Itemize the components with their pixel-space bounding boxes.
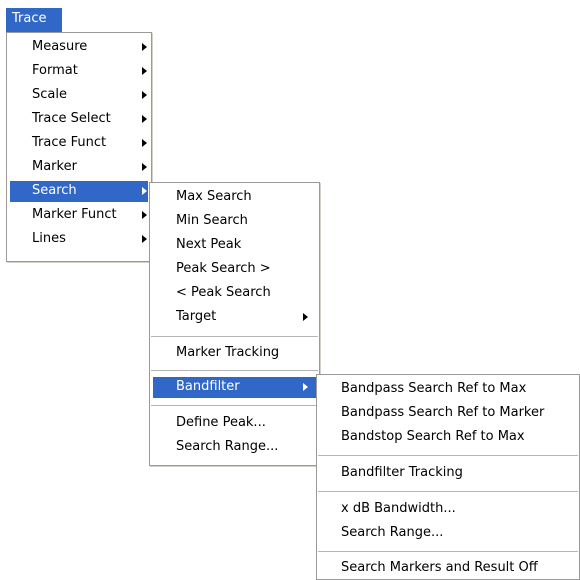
menu-item-next-peak[interactable]: Next Peak (153, 235, 316, 256)
menu-item-label: Lines (32, 231, 66, 246)
menu-item-bandfilter-tracking[interactable]: Bandfilter Tracking (320, 463, 576, 484)
submenu-arrow-icon (142, 43, 147, 51)
menu-separator (151, 336, 318, 337)
menu-item-bandstop-ref-max[interactable]: Bandstop Search Ref to Max (320, 427, 576, 448)
menu-item-define-peak[interactable]: Define Peak... (153, 413, 316, 434)
menu-item-label: Trace Funct (32, 135, 107, 150)
menu-item-label: Bandfilter Tracking (341, 465, 463, 480)
menu-item-search-markers-result-off[interactable]: Search Markers and Result Off (320, 558, 576, 579)
menu-item-min-search[interactable]: Min Search (153, 211, 316, 232)
menu-item-marker-tracking[interactable]: Marker Tracking (153, 343, 316, 364)
menu-item-format[interactable]: Format (10, 61, 148, 82)
menu-item-label: Next Peak (176, 237, 242, 252)
menu-item-label: Search Markers and Result Off (341, 560, 538, 575)
menu-item-label: Search Range... (176, 439, 279, 454)
trace-menu-title-label: Trace (12, 11, 47, 26)
submenu-arrow-icon (142, 139, 147, 147)
menu-item-x-db-bandwidth[interactable]: x dB Bandwidth... (320, 499, 576, 520)
menu-item-label: Target (176, 309, 217, 324)
menu-separator (151, 405, 318, 406)
menu-item-bandpass-ref-max[interactable]: Bandpass Search Ref to Max (320, 379, 576, 400)
menu-item-scale[interactable]: Scale (10, 85, 148, 106)
menu-item-label: Bandpass Search Ref to Max (341, 381, 527, 396)
menu-item-label: Define Peak... (176, 415, 266, 430)
menu-item-marker-funct[interactable]: Marker Funct (10, 205, 148, 226)
menu-item-label: Peak Search > (176, 261, 271, 276)
menu-separator (318, 551, 578, 552)
menu-item-lines[interactable]: Lines (10, 229, 148, 250)
submenu-arrow-icon (142, 91, 147, 99)
menu-item-max-search[interactable]: Max Search (153, 187, 316, 208)
menu-item-label: Bandpass Search Ref to Marker (341, 405, 545, 420)
menu-item-label: Marker Tracking (176, 345, 280, 360)
menu-item-label: Search (32, 183, 77, 198)
menu-item-search-range[interactable]: Search Range... (153, 437, 316, 458)
menu-item-label: Min Search (176, 213, 248, 228)
menu-item-peak-search-left[interactable]: < Peak Search (153, 283, 316, 304)
bandfilter-submenu: Bandpass Search Ref to Max Bandpass Sear… (316, 374, 580, 580)
menu-item-label: x dB Bandwidth... (341, 501, 456, 516)
submenu-arrow-icon (142, 187, 147, 195)
trace-menu-title[interactable]: Trace (6, 8, 62, 32)
menu-item-label: < Peak Search (176, 285, 271, 300)
submenu-arrow-icon (303, 383, 308, 391)
menu-item-label: Bandstop Search Ref to Max (341, 429, 525, 444)
menu-item-label: Format (32, 63, 78, 78)
menu-item-label: Bandfilter (176, 379, 240, 394)
submenu-arrow-icon (303, 313, 308, 321)
submenu-arrow-icon (142, 67, 147, 75)
menu-item-label: Marker (32, 159, 77, 174)
submenu-arrow-icon (142, 211, 147, 219)
menu-item-measure[interactable]: Measure (10, 37, 148, 58)
menu-item-search[interactable]: Search (10, 181, 148, 202)
menu-item-trace-funct[interactable]: Trace Funct (10, 133, 148, 154)
menu-item-label: Measure (32, 39, 88, 54)
submenu-arrow-icon (142, 235, 147, 243)
search-submenu: Max Search Min Search Next Peak Peak Sea… (149, 182, 320, 466)
menu-item-label: Marker Funct (32, 207, 117, 222)
menu-item-target[interactable]: Target (153, 307, 316, 328)
menu-separator (151, 370, 318, 371)
menu-separator (318, 455, 578, 456)
submenu-arrow-icon (142, 115, 147, 123)
menu-item-label: Scale (32, 87, 67, 102)
menu-item-bandfilter[interactable]: Bandfilter (153, 377, 316, 398)
menu-item-label: Max Search (176, 189, 252, 204)
trace-menu: Measure Format Scale Trace Select Trace … (6, 32, 152, 262)
menu-item-bandpass-ref-marker[interactable]: Bandpass Search Ref to Marker (320, 403, 576, 424)
menu-item-marker[interactable]: Marker (10, 157, 148, 178)
submenu-arrow-icon (142, 163, 147, 171)
menu-item-bandfilter-search-range[interactable]: Search Range... (320, 523, 576, 544)
menu-item-trace-select[interactable]: Trace Select (10, 109, 148, 130)
menu-item-label: Trace Select (32, 111, 111, 126)
menu-item-peak-search-right[interactable]: Peak Search > (153, 259, 316, 280)
menu-item-label: Search Range... (341, 525, 444, 540)
menu-separator (318, 491, 578, 492)
